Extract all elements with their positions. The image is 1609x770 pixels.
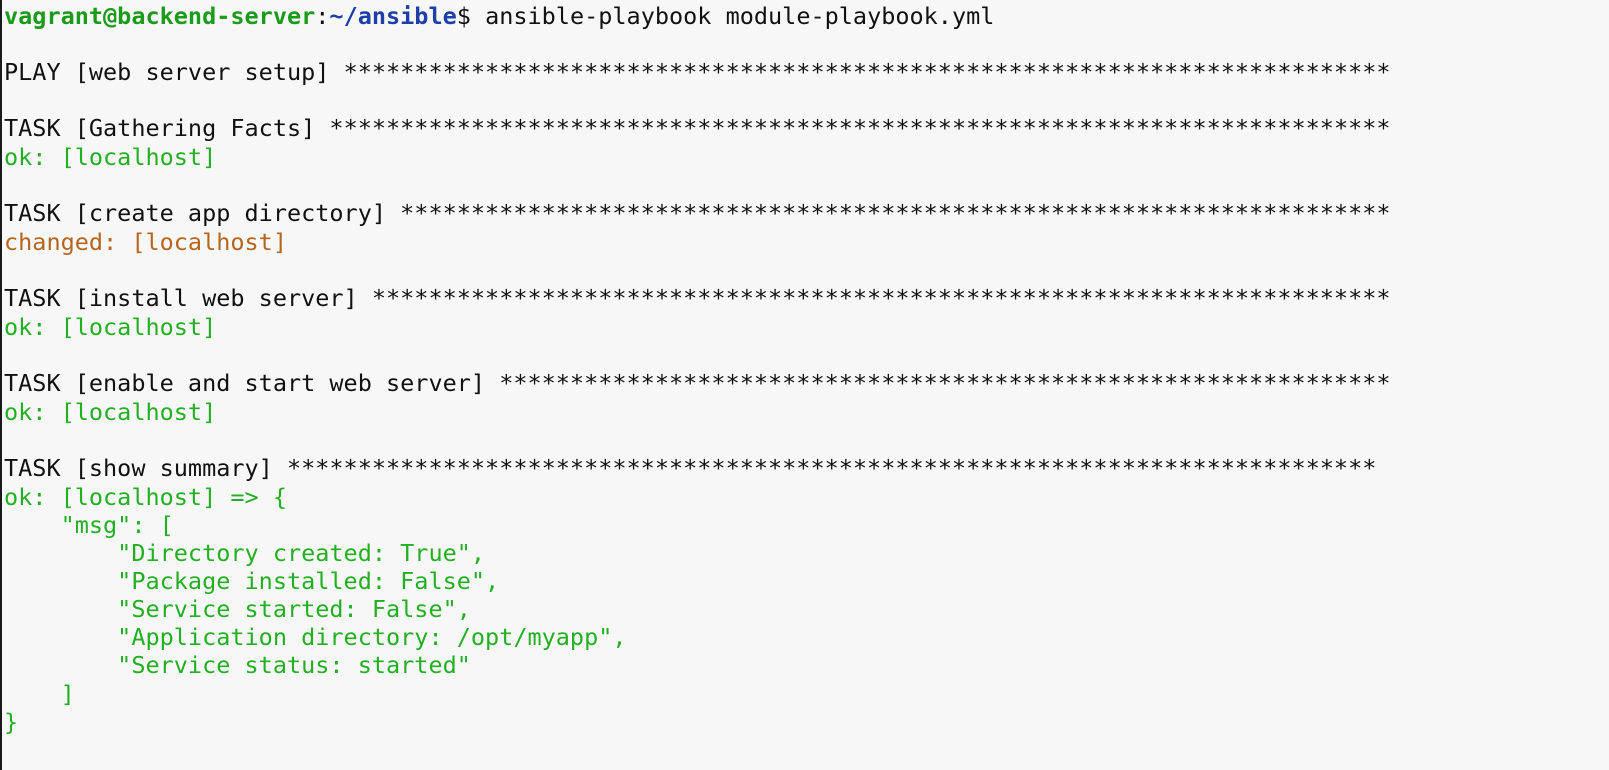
task-header: TASK [create app directory] ************… <box>4 199 1391 228</box>
summary-msg-item: "Service status: started" <box>4 651 471 679</box>
summary-brace-close: } <box>4 708 19 736</box>
task-header-stars: ****************************************… <box>499 369 1391 397</box>
summary-msg-item: "Package installed: False", <box>4 567 500 595</box>
task-header-label: TASK [create app directory] <box>4 199 401 227</box>
task-header-stars: ****************************************… <box>286 454 1377 482</box>
command-prompt-line: vagrant@backend-server:~/ansible$ ansibl… <box>4 2 994 31</box>
summary-msg-item: "Service started: False", <box>4 595 471 623</box>
terminal-window[interactable]: vagrant@backend-server:~/ansible$ ansibl… <box>0 0 1609 770</box>
summary-msg-item: "Application directory: /opt/myapp", <box>4 623 627 651</box>
command-text: ansible-playbook module-playbook.yml <box>470 2 995 30</box>
summary-msg-close: ] <box>4 680 75 708</box>
prompt-symbol: $ <box>456 2 471 30</box>
task-header: TASK [install web server] **************… <box>4 284 1391 313</box>
task-header-stars: ****************************************… <box>400 199 1391 227</box>
task-result: ok: [localhost] <box>4 313 217 341</box>
task-header: TASK [show summary] ********************… <box>4 454 1376 483</box>
summary-msg-item: "Directory created: True", <box>4 539 486 567</box>
task-header-label: TASK [install web server] <box>4 284 372 312</box>
play-header-stars: ****************************************… <box>343 58 1391 86</box>
prompt-user-host: vagrant@backend-server <box>4 2 316 30</box>
summary-msg-open: "msg": [ <box>4 511 174 539</box>
task-result: ok: [localhost] <box>4 398 217 426</box>
task-result: ok: [localhost] => { <box>4 483 287 511</box>
task-header-label: TASK [enable and start web server] <box>4 369 500 397</box>
task-header: TASK [Gathering Facts] *****************… <box>4 114 1391 143</box>
prompt-separator: : <box>315 2 330 30</box>
play-header: PLAY [web server setup] ****************… <box>4 58 1391 87</box>
prompt-cwd: ~/ansible <box>329 2 457 30</box>
task-header-stars: ****************************************… <box>371 284 1391 312</box>
task-header-label: TASK [Gathering Facts] <box>4 114 330 142</box>
task-header-label: TASK [show summary] <box>4 454 287 482</box>
task-header-stars: ****************************************… <box>329 114 1391 142</box>
task-result: ok: [localhost] <box>4 143 217 171</box>
play-header-label: PLAY [web server setup] <box>4 58 344 86</box>
task-header: TASK [enable and start web server] *****… <box>4 369 1391 398</box>
task-result: changed: [localhost] <box>4 228 287 256</box>
